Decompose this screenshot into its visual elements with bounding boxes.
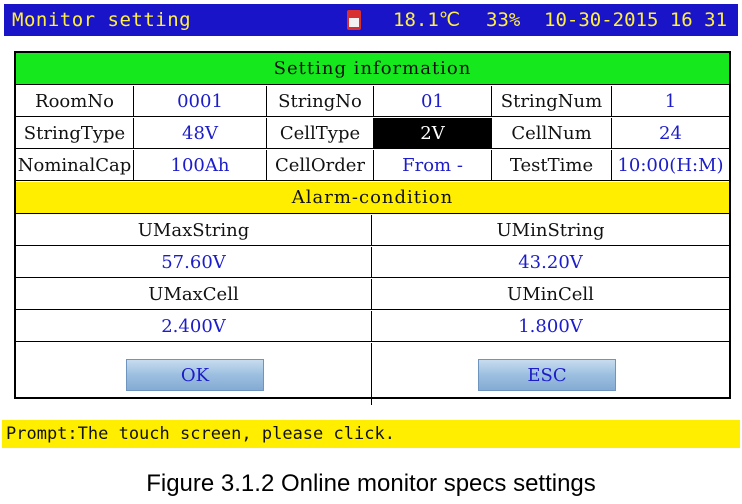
test-time-field[interactable]: 10:00(H:M)	[612, 150, 729, 181]
nominal-cap-label: NominalCap	[16, 150, 134, 181]
alarm-condition-heading: Alarm-condition	[16, 182, 729, 214]
humidity-readout: 33%	[486, 9, 521, 31]
prompt-bar: Prompt:The touch screen, please click.	[2, 420, 740, 448]
umax-string-label: UMaxString	[16, 215, 372, 246]
title-bar: Monitor setting 18.1℃ 33% 10-30-2015 16 …	[4, 4, 738, 36]
datetime-readout: 10-30-2015 16 31	[544, 9, 728, 31]
esc-button[interactable]: ESC	[478, 359, 616, 391]
sd-card-icon	[347, 10, 361, 30]
cell-order-field[interactable]: From -	[374, 150, 492, 181]
umin-cell-label: UMinCell	[507, 284, 594, 305]
window-title: Monitor setting	[12, 9, 192, 31]
alarm-string-label-row: UMaxString UMinString	[16, 215, 729, 246]
figure-caption: Figure 3.1.2 Online monitor specs settin…	[146, 470, 596, 497]
room-no-field[interactable]: 0001	[134, 86, 267, 117]
alarm-cell-label-row: UMaxCell UMinCell	[16, 279, 729, 310]
umin-cell-field[interactable]: 1.800V	[372, 311, 729, 342]
cell-num-field[interactable]: 24	[612, 118, 729, 149]
setting-row: StringType 48V CellType 2V CellNum 24	[16, 118, 729, 149]
test-time-label: TestTime	[492, 150, 612, 181]
settings-panel: Setting information RoomNo 0001 StringNo…	[14, 51, 731, 405]
umin-string-label: UMinString	[496, 220, 605, 241]
cell-type-field[interactable]: 2V	[374, 118, 492, 149]
umax-cell-label: UMaxCell	[16, 279, 372, 310]
ok-button[interactable]: OK	[126, 359, 264, 391]
room-no-label: RoomNo	[16, 86, 134, 117]
string-no-label: StringNo	[267, 86, 374, 117]
cell-num-label: CellNum	[492, 118, 612, 149]
setting-row: NominalCap 100Ah CellOrder From - TestTi…	[16, 150, 729, 181]
setting-row: RoomNo 0001 StringNo 01 StringNum 1	[16, 86, 729, 117]
string-num-label: StringNum	[492, 86, 612, 117]
ok-button-cell: OK	[16, 343, 372, 405]
string-type-field[interactable]: 48V	[134, 118, 267, 149]
umax-string-field[interactable]: 57.60V	[16, 247, 372, 278]
cell-order-label: CellOrder	[267, 150, 374, 181]
alarm-cell-value-row: 2.400V 1.800V	[16, 311, 729, 342]
string-no-field[interactable]: 01	[374, 86, 492, 117]
umax-cell-field[interactable]: 2.400V	[16, 311, 372, 342]
cell-type-label: CellType	[267, 118, 374, 149]
button-row: OK ESC	[16, 343, 729, 405]
string-type-label: StringType	[16, 118, 134, 149]
string-num-field[interactable]: 1	[612, 86, 729, 117]
alarm-string-value-row: 57.60V 43.20V	[16, 247, 729, 278]
temperature-readout: 18.1℃	[393, 9, 461, 31]
nominal-cap-field[interactable]: 100Ah	[134, 150, 267, 181]
umin-string-field[interactable]: 43.20V	[372, 247, 729, 278]
setting-information-heading: Setting information	[16, 53, 729, 85]
esc-button-cell: ESC	[372, 343, 729, 405]
